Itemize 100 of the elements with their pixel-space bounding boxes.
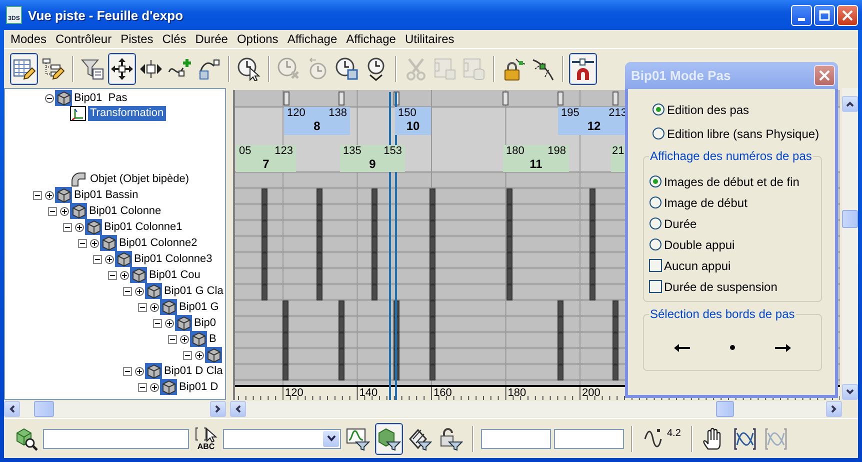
menu-item[interactable]: Utilitaires (400, 32, 459, 46)
controller-toggle[interactable] (44, 190, 54, 200)
expand-toggle[interactable] (78, 238, 86, 248)
tree-label[interactable]: Bip01 D Cla (162, 364, 225, 378)
controller-toggle[interactable] (104, 254, 114, 264)
expand-toggle[interactable] (122, 366, 132, 376)
expand-toggle[interactable] (32, 190, 42, 200)
maximize-button[interactable] (814, 4, 835, 26)
toolbar-button[interactable] (10, 52, 38, 84)
controller-toggle[interactable] (74, 222, 84, 232)
menu-item[interactable]: Durée (190, 32, 232, 46)
checkbox[interactable] (649, 259, 662, 272)
end-frame: 123 (274, 145, 293, 158)
expand-toggle[interactable] (62, 222, 72, 232)
controller-toggle[interactable] (180, 334, 188, 344)
cube-search-icon (14, 426, 38, 450)
scroll-right-button[interactable] (210, 401, 226, 417)
option-label: Edition des pas (667, 102, 750, 116)
controller-toggle[interactable] (60, 206, 68, 216)
group-title: Affichage des numéros de pas (649, 149, 813, 163)
controller-toggle[interactable] (150, 382, 158, 392)
cube-icon (100, 235, 117, 251)
controller-toggle[interactable] (134, 366, 144, 376)
axes-icon (70, 106, 86, 121)
chevron-right-icon (215, 405, 221, 413)
option-label: Edition libre (sans Physique) (667, 126, 820, 140)
close-button[interactable] (814, 65, 835, 86)
menu-item[interactable]: Affichage (342, 32, 400, 46)
menu-item[interactable]: Contrôleur (51, 32, 116, 46)
menu-item[interactable]: Modes (6, 32, 52, 46)
radio-button[interactable] (649, 175, 662, 188)
dropdown-field[interactable] (223, 428, 341, 448)
start-frame: 180 (506, 145, 524, 158)
toolbar-button[interactable] (569, 52, 597, 84)
expand-toggle[interactable] (182, 350, 192, 360)
menu-item[interactable]: Affichage (282, 32, 342, 46)
tree-label[interactable]: Bip01 Colonne3 (132, 252, 214, 266)
tree-label[interactable]: Bip01 G Cla (162, 284, 225, 298)
scroll-left-button[interactable] (4, 401, 20, 417)
hierarchy-pencil-icon (41, 56, 65, 80)
scrollbar-thumb[interactable] (716, 401, 734, 417)
tree-label[interactable]: Transformation (88, 106, 166, 121)
tree-label[interactable]: Bip01 G (177, 300, 221, 314)
controller-toggle[interactable] (90, 238, 98, 248)
tree-label[interactable]: Bip01 Colonne (87, 204, 164, 218)
expand-toggle[interactable] (92, 254, 102, 264)
scrollbar-thumb[interactable] (34, 401, 54, 417)
radio-button[interactable] (652, 127, 665, 140)
tree-label[interactable]: B (207, 332, 218, 346)
text-field[interactable] (554, 428, 624, 448)
tree-label[interactable]: Bip01 Colonne1 (102, 220, 184, 234)
toolbar-button[interactable] (108, 52, 136, 84)
tree-label[interactable]: Bip01 Bassin (72, 188, 140, 202)
controller-toggle[interactable] (134, 286, 144, 296)
lock-filter-icon (439, 426, 463, 450)
controller-toggle[interactable] (44, 94, 54, 102)
tree-label[interactable]: Bip01 Colonne2 (117, 236, 200, 250)
menu-item[interactable]: Pistes (116, 32, 158, 46)
radio-button[interactable] (649, 196, 662, 209)
scrollbar-thumb[interactable] (842, 210, 858, 228)
radio-button[interactable] (652, 103, 665, 116)
expand-toggle[interactable] (122, 286, 132, 296)
tree-label[interactable]: Objet (Objet bipède) (88, 172, 192, 186)
option-label: Durée de suspension (664, 280, 778, 294)
chevron-down-icon (326, 435, 336, 442)
cube-icon (55, 187, 72, 203)
text-field[interactable] (43, 428, 189, 448)
controller-toggle[interactable] (164, 318, 174, 328)
scroll-up-button[interactable] (842, 96, 858, 112)
expand-toggle[interactable] (48, 206, 56, 216)
tree-label[interactable]: Bip01 D (177, 380, 220, 394)
expand-toggle[interactable] (168, 334, 176, 344)
scroll-down-button[interactable] (842, 384, 858, 400)
controller-toggle[interactable] (194, 350, 204, 360)
expand-toggle[interactable] (108, 270, 116, 280)
controller-toggle[interactable] (150, 302, 158, 312)
expand-toggle[interactable] (138, 302, 146, 312)
close-icon (842, 10, 853, 20)
radio-button[interactable] (649, 217, 662, 230)
radio-button[interactable] (649, 238, 662, 251)
text-field[interactable] (481, 428, 551, 448)
toolbar-button[interactable]: 4.2 (640, 422, 684, 454)
expand-toggle[interactable] (138, 382, 146, 392)
scroll-right-button[interactable] (826, 401, 842, 417)
menu-item[interactable]: Clés (158, 32, 191, 46)
scroll-left-button[interactable] (230, 401, 246, 417)
minimize-button[interactable] (791, 4, 812, 26)
tree-label[interactable]: Bip0 (192, 316, 218, 330)
end-frame: 153 (384, 145, 402, 158)
tree-label[interactable]: Bip01 Cou (147, 268, 202, 282)
toolbar-button[interactable] (375, 422, 403, 454)
edge-button[interactable] (728, 343, 737, 352)
clock-cursor-icon (237, 56, 261, 80)
expand-toggle[interactable] (152, 318, 162, 328)
controller-toggle[interactable] (120, 270, 128, 280)
menu-item[interactable]: Options (232, 32, 283, 46)
toolbar-button[interactable]: ABC (192, 422, 220, 454)
tree-label[interactable]: Bip01 Pas (72, 90, 130, 106)
chevron-left-icon (235, 405, 241, 413)
checkbox[interactable] (649, 280, 662, 293)
